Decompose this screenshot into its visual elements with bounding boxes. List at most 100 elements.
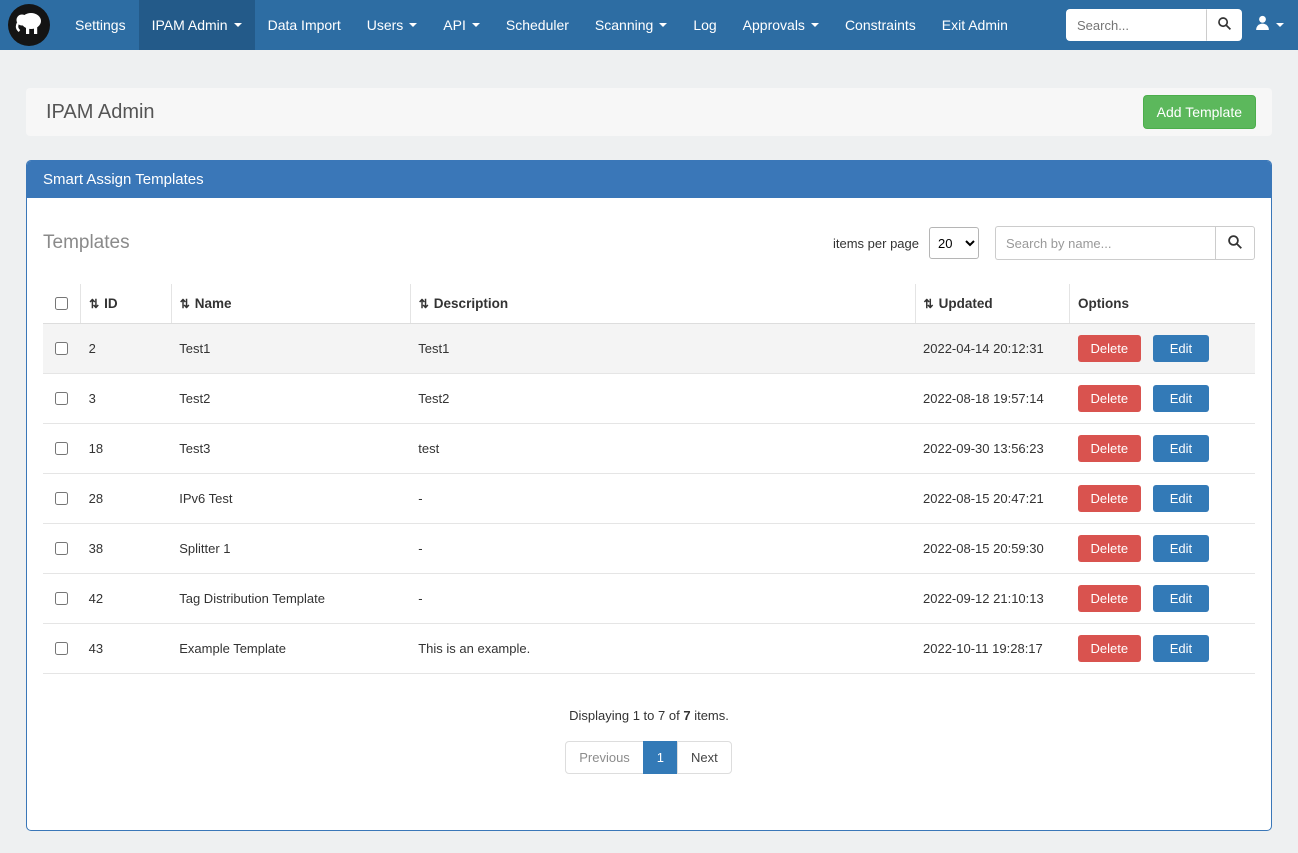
global-search-button[interactable] xyxy=(1206,9,1242,41)
user-menu[interactable] xyxy=(1254,14,1284,36)
nav-item-settings[interactable]: Settings xyxy=(62,0,139,50)
nav-item-label: Data Import xyxy=(268,17,341,33)
table-row: 38 Splitter 1 - 2022-08-15 20:59:30 Dele… xyxy=(43,524,1255,574)
delete-button[interactable]: Delete xyxy=(1078,535,1142,562)
chevron-down-icon xyxy=(811,23,819,27)
table-row: 18 Test3 test 2022-09-30 13:56:23 Delete… xyxy=(43,424,1255,474)
delete-button[interactable]: Delete xyxy=(1078,635,1142,662)
table-row: 43 Example Template This is an example. … xyxy=(43,624,1255,674)
chevron-down-icon xyxy=(409,23,417,27)
pagination-next[interactable]: Next xyxy=(677,741,732,774)
brand-logo[interactable] xyxy=(8,4,50,46)
row-description: Test2 xyxy=(410,374,915,424)
row-checkbox[interactable] xyxy=(55,542,68,555)
nav-item-log[interactable]: Log xyxy=(680,0,729,50)
sort-icon: ⇅ xyxy=(89,297,99,311)
row-updated: 2022-04-14 20:12:31 xyxy=(915,324,1070,374)
pagination: Previous 1 Next xyxy=(43,741,1255,774)
nav-item-approvals[interactable]: Approvals xyxy=(730,0,832,50)
name-search-group xyxy=(995,226,1255,260)
nav-item-exit-admin[interactable]: Exit Admin xyxy=(929,0,1021,50)
row-updated: 2022-10-11 19:28:17 xyxy=(915,624,1070,674)
pagination-page-1[interactable]: 1 xyxy=(643,741,678,774)
nav-item-label: IPAM Admin xyxy=(152,17,228,33)
delete-button[interactable]: Delete xyxy=(1078,385,1142,412)
row-name: Tag Distribution Template xyxy=(171,574,410,624)
user-icon xyxy=(1254,14,1271,36)
name-search-button[interactable] xyxy=(1215,226,1255,260)
display-summary: Displaying 1 to 7 of 7 items. xyxy=(43,708,1255,723)
column-header-name[interactable]: ⇅Name xyxy=(171,284,410,324)
row-checkbox[interactable] xyxy=(55,392,68,405)
row-name: Test1 xyxy=(171,324,410,374)
row-description: test xyxy=(410,424,915,474)
items-per-page-select[interactable]: 20 xyxy=(929,227,979,259)
row-checkbox[interactable] xyxy=(55,442,68,455)
row-description: - xyxy=(410,524,915,574)
row-checkbox[interactable] xyxy=(55,492,68,505)
column-header-updated[interactable]: ⇅Updated xyxy=(915,284,1070,324)
row-name: Splitter 1 xyxy=(171,524,410,574)
nav-item-data-import[interactable]: Data Import xyxy=(255,0,354,50)
row-name: Example Template xyxy=(171,624,410,674)
table-row: 28 IPv6 Test - 2022-08-15 20:47:21 Delet… xyxy=(43,474,1255,524)
summary-total: 7 xyxy=(683,708,690,723)
row-updated: 2022-09-30 13:56:23 xyxy=(915,424,1070,474)
nav-item-api[interactable]: API xyxy=(430,0,493,50)
global-search-input[interactable] xyxy=(1066,9,1206,41)
row-name: Test2 xyxy=(171,374,410,424)
toolbar-right: items per page 20 xyxy=(833,226,1255,260)
nav-item-label: Log xyxy=(693,17,716,33)
nav-item-ipam-admin[interactable]: IPAM Admin xyxy=(139,0,255,50)
sort-icon: ⇅ xyxy=(419,297,429,311)
delete-button[interactable]: Delete xyxy=(1078,435,1142,462)
table-row: 3 Test2 Test2 2022-08-18 19:57:14 Delete… xyxy=(43,374,1255,424)
templates-toolbar: Templates items per page 20 xyxy=(43,214,1255,284)
nav-item-label: Exit Admin xyxy=(942,17,1008,33)
edit-button[interactable]: Edit xyxy=(1153,385,1209,412)
nav-item-users[interactable]: Users xyxy=(354,0,431,50)
page-title: IPAM Admin xyxy=(46,101,155,124)
nav-menu: Settings IPAM Admin Data Import Users AP… xyxy=(62,0,1021,50)
row-id: 42 xyxy=(81,574,172,624)
edit-button[interactable]: Edit xyxy=(1153,335,1209,362)
table-row: 2 Test1 Test1 2022-04-14 20:12:31 Delete… xyxy=(43,324,1255,374)
row-checkbox[interactable] xyxy=(55,642,68,655)
edit-button[interactable]: Edit xyxy=(1153,485,1209,512)
table-row: 42 Tag Distribution Template - 2022-09-1… xyxy=(43,574,1255,624)
search-icon xyxy=(1227,234,1243,253)
row-id: 43 xyxy=(81,624,172,674)
row-updated: 2022-08-15 20:47:21 xyxy=(915,474,1070,524)
row-description: - xyxy=(410,574,915,624)
nav-item-scheduler[interactable]: Scheduler xyxy=(493,0,582,50)
column-header-id[interactable]: ⇅ID xyxy=(81,284,172,324)
edit-button[interactable]: Edit xyxy=(1153,635,1209,662)
add-template-button[interactable]: Add Template xyxy=(1143,95,1256,129)
row-checkbox[interactable] xyxy=(55,592,68,605)
row-id: 38 xyxy=(81,524,172,574)
pagination-previous[interactable]: Previous xyxy=(565,741,644,774)
row-updated: 2022-08-15 20:59:30 xyxy=(915,524,1070,574)
edit-button[interactable]: Edit xyxy=(1153,435,1209,462)
nav-item-scanning[interactable]: Scanning xyxy=(582,0,680,50)
section-title: Templates xyxy=(43,232,130,254)
delete-button[interactable]: Delete xyxy=(1078,585,1142,612)
name-search-input[interactable] xyxy=(995,226,1215,260)
delete-button[interactable]: Delete xyxy=(1078,335,1142,362)
column-header-description[interactable]: ⇅Description xyxy=(410,284,915,324)
nav-item-constraints[interactable]: Constraints xyxy=(832,0,929,50)
row-id: 3 xyxy=(81,374,172,424)
delete-button[interactable]: Delete xyxy=(1078,485,1142,512)
nav-item-label: Constraints xyxy=(845,17,916,33)
row-id: 28 xyxy=(81,474,172,524)
nav-item-label: Approvals xyxy=(743,17,805,33)
edit-button[interactable]: Edit xyxy=(1153,535,1209,562)
sort-icon: ⇅ xyxy=(180,297,190,311)
select-all-checkbox[interactable] xyxy=(55,297,68,310)
edit-button[interactable]: Edit xyxy=(1153,585,1209,612)
row-name: IPv6 Test xyxy=(171,474,410,524)
chevron-down-icon xyxy=(472,23,480,27)
items-per-page-label: items per page xyxy=(833,236,919,251)
row-checkbox[interactable] xyxy=(55,342,68,355)
navbar-right xyxy=(1066,9,1284,41)
